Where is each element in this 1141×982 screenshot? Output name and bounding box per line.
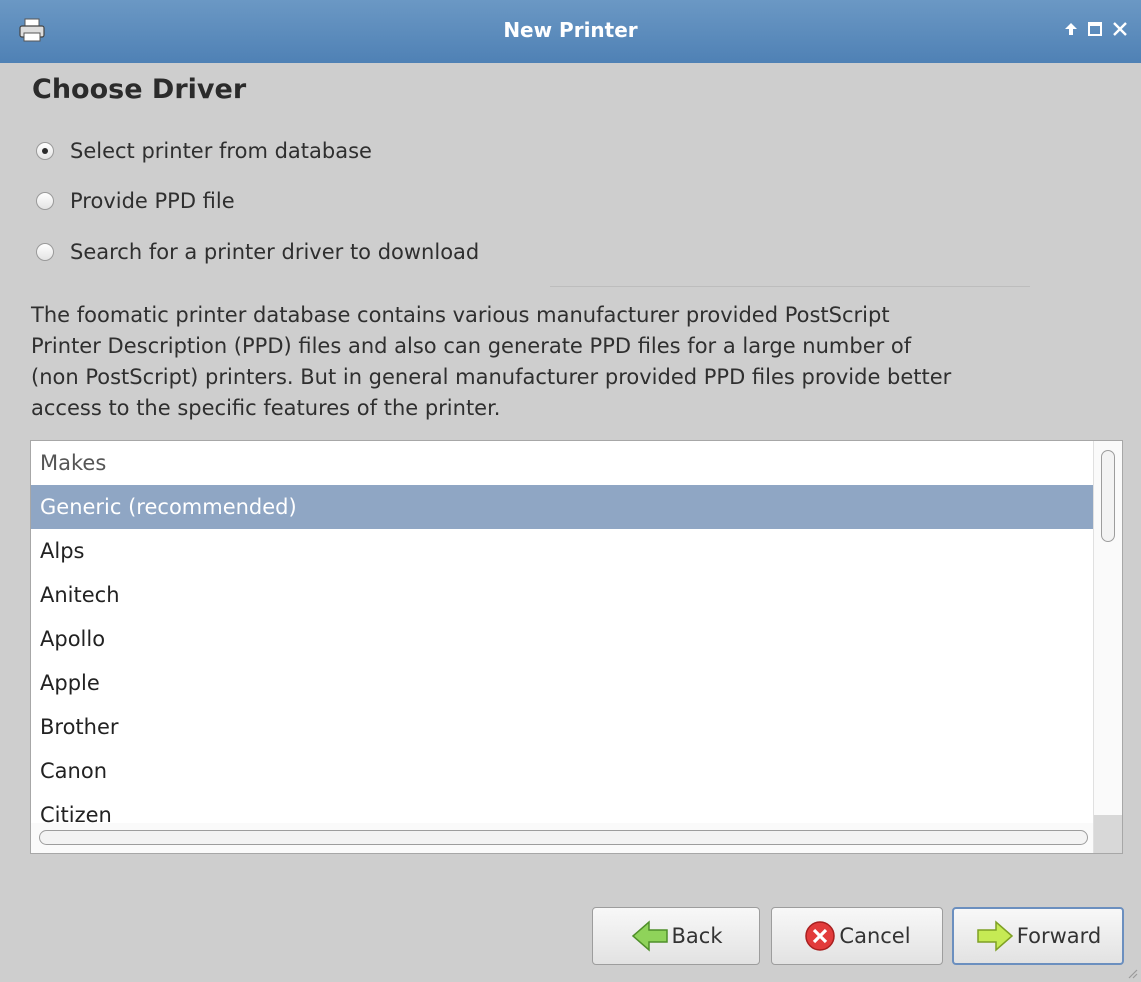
cancel-button[interactable]: Cancel bbox=[771, 907, 943, 965]
description-line: Printer Description (PPD) files and also… bbox=[31, 334, 912, 358]
back-button-label: Back bbox=[671, 924, 723, 948]
arrow-left-icon bbox=[631, 920, 668, 952]
horizontal-scroll-thumb[interactable] bbox=[39, 830, 1088, 845]
radio-label: Provide PPD file bbox=[70, 189, 235, 213]
description-line: access to the specific features of the p… bbox=[31, 396, 501, 420]
resize-grip-icon[interactable] bbox=[1126, 967, 1138, 979]
list-item[interactable]: Canon bbox=[31, 749, 1094, 793]
horizontal-scrollbar[interactable] bbox=[31, 823, 1094, 853]
scrollbar-corner bbox=[1094, 815, 1122, 853]
radio-button[interactable] bbox=[36, 192, 54, 210]
list-item[interactable]: Anitech bbox=[31, 573, 1094, 617]
vertical-scrollbar[interactable] bbox=[1093, 441, 1122, 853]
description-line: The foomatic printer database contains v… bbox=[31, 303, 890, 327]
list-item[interactable]: Brother bbox=[31, 705, 1094, 749]
forward-button[interactable]: Forward bbox=[952, 907, 1124, 965]
list-item[interactable]: Apollo bbox=[31, 617, 1094, 661]
close-icon[interactable] bbox=[1109, 18, 1131, 40]
radio-button[interactable] bbox=[36, 243, 54, 261]
radio-select-from-database[interactable]: Select printer from database bbox=[36, 134, 372, 168]
radio-provide-ppd-file[interactable]: Provide PPD file bbox=[36, 184, 235, 218]
vertical-scroll-thumb[interactable] bbox=[1101, 450, 1115, 542]
cancel-button-label: Cancel bbox=[839, 924, 911, 948]
column-header-makes[interactable]: Makes bbox=[31, 441, 1094, 486]
maximize-icon[interactable] bbox=[1084, 18, 1106, 40]
description-line: (non PostScript) printers. But in genera… bbox=[31, 365, 952, 389]
list-item[interactable]: Apple bbox=[31, 661, 1094, 705]
cancel-icon bbox=[805, 921, 836, 951]
forward-button-label: Forward bbox=[1016, 924, 1102, 948]
radio-label: Search for a printer driver to download bbox=[70, 240, 480, 264]
title-bar[interactable]: New Printer bbox=[0, 0, 1141, 63]
makes-list[interactable]: Makes Generic (recommended) Alps Anitech… bbox=[30, 440, 1123, 854]
page-title: Choose Driver bbox=[32, 74, 247, 105]
description-text: The foomatic printer database contains v… bbox=[31, 300, 1121, 424]
radio-label: Select printer from database bbox=[70, 139, 372, 163]
list-item[interactable]: Generic (recommended) bbox=[31, 485, 1094, 529]
makes-rows: Generic (recommended) Alps Anitech Apoll… bbox=[31, 485, 1094, 837]
radio-search-driver-download[interactable]: Search for a printer driver to download bbox=[36, 235, 479, 269]
window-title: New Printer bbox=[503, 18, 638, 42]
radio-button[interactable] bbox=[36, 142, 54, 160]
list-item[interactable]: Alps bbox=[31, 529, 1094, 573]
back-button[interactable]: Back bbox=[592, 907, 760, 965]
arrow-up-icon[interactable] bbox=[1060, 18, 1082, 40]
arrow-right-icon bbox=[977, 920, 1013, 952]
separator bbox=[550, 286, 1030, 287]
